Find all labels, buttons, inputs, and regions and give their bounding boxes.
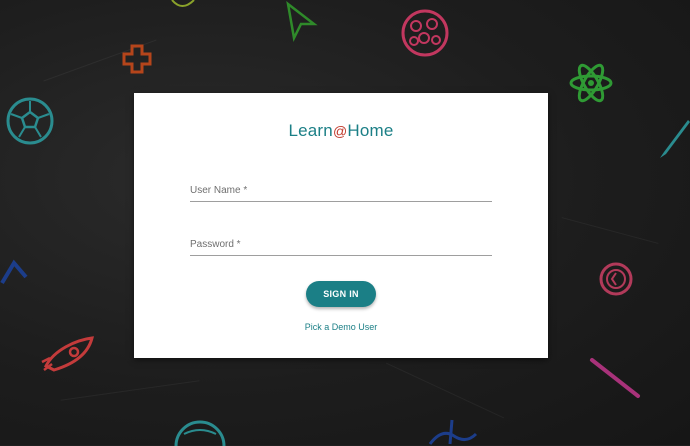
cursor-icon (284, 1, 318, 42)
sign-in-button[interactable]: SIGN IN (306, 281, 376, 307)
logo-prefix: Learn (288, 121, 333, 140)
logo-at: @ (332, 123, 348, 139)
soccer-ball-icon (6, 97, 54, 145)
cookie-icon (400, 8, 450, 58)
login-card: Learn@Home User Name * Password * SIGN I… (134, 93, 548, 358)
globe-icon (174, 420, 226, 446)
pick-demo-user-link[interactable]: Pick a Demo User (134, 322, 548, 332)
leaf-icon (170, 0, 196, 10)
username-label: User Name * (190, 185, 248, 196)
username-field[interactable]: User Name * (190, 181, 492, 202)
password-field[interactable]: Password * (190, 235, 492, 256)
logo-suffix: Home (347, 121, 394, 140)
atom-icon (568, 60, 614, 106)
line-icon (588, 356, 642, 400)
password-label: Password * (190, 239, 241, 250)
rocket-icon (40, 336, 94, 372)
pencil-icon (658, 118, 690, 160)
wave-icon (428, 414, 478, 445)
cross-icon (122, 44, 152, 74)
clock-icon (599, 262, 633, 296)
app-logo: Learn@Home (134, 121, 548, 141)
magnet-icon (0, 257, 30, 287)
